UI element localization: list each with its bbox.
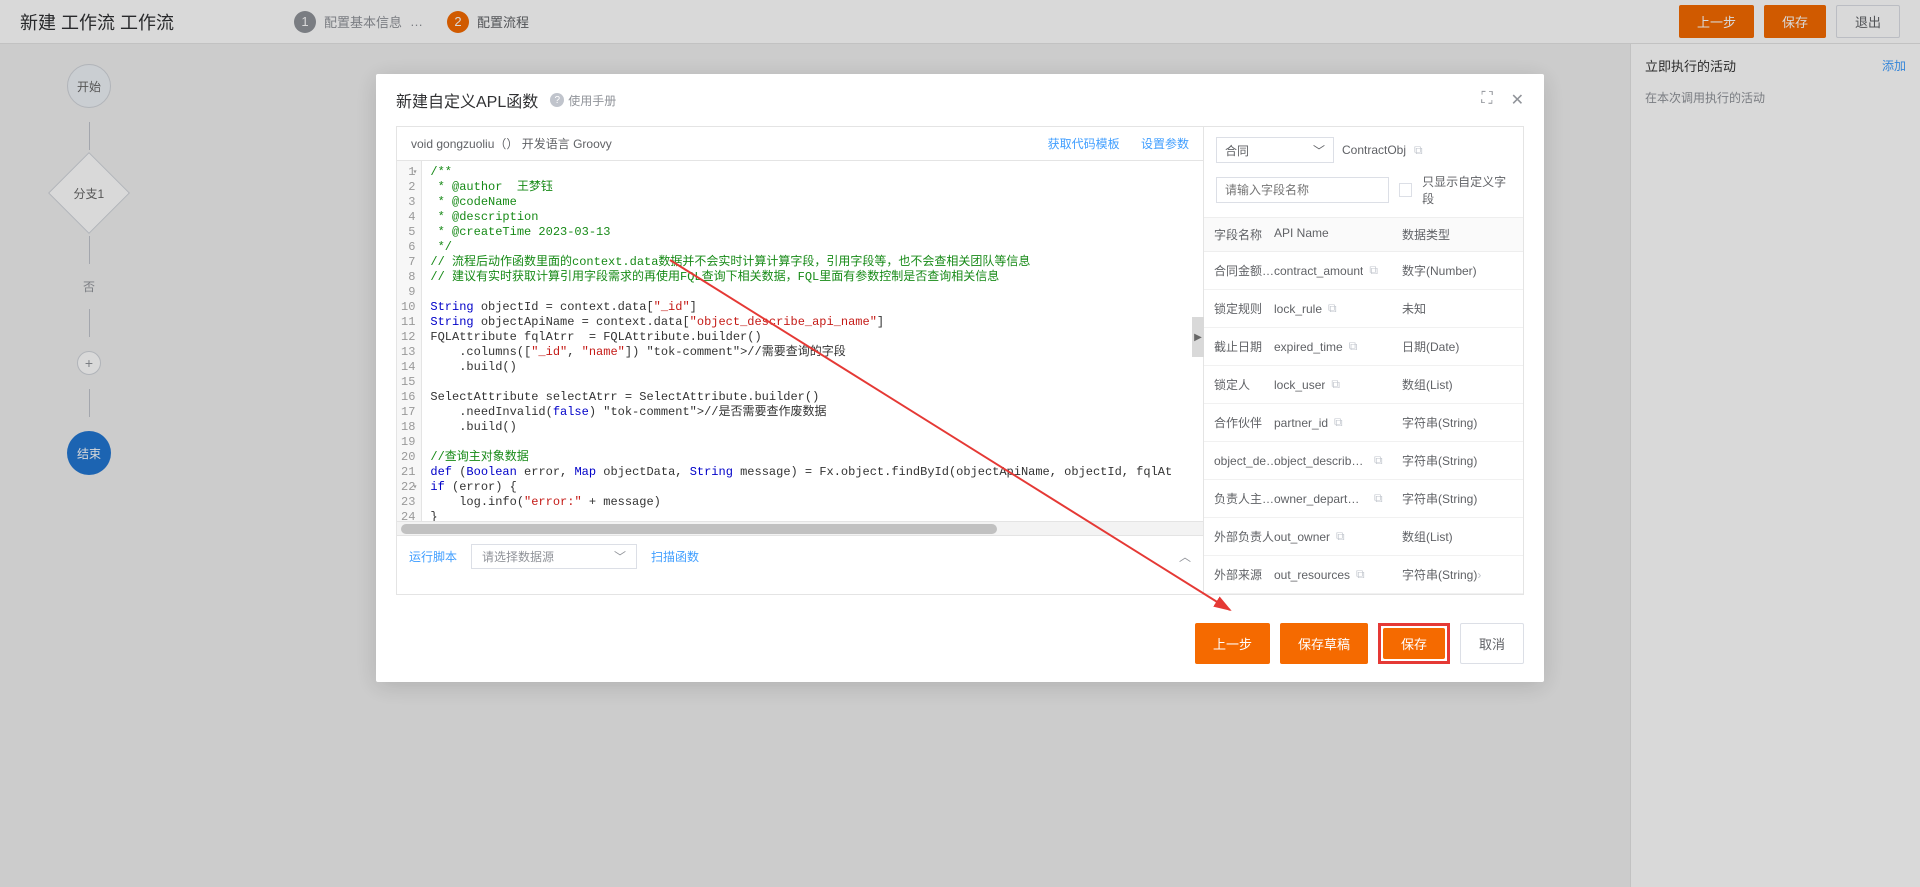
field-type: 字符串(String) [1402, 414, 1523, 431]
chevron-down-icon: ﹀ [614, 548, 626, 565]
field-name: 合作伙伴 [1204, 414, 1274, 431]
datasource-select[interactable]: 请选择数据源 ﹀ [471, 544, 637, 569]
modal-body: void gongzuoliu（） 开发语言 Groovy 获取代码模板 设置参… [376, 126, 1544, 611]
field-type: 字符串(String) [1402, 452, 1523, 469]
field-name: object_de… [1204, 454, 1274, 468]
copy-icon[interactable]: ⧉ [1334, 415, 1343, 430]
datasource-placeholder: 请选择数据源 [482, 548, 554, 565]
field-type: 数字(Number) [1402, 262, 1523, 279]
chevron-right-icon[interactable]: › [1477, 568, 1481, 582]
field-row[interactable]: 锁定规则lock_rule⧉未知 [1204, 290, 1523, 328]
editor-top-bar: void gongzuoliu（） 开发语言 Groovy 获取代码模板 设置参… [397, 127, 1203, 161]
field-type: 数组(List) [1402, 528, 1523, 545]
field-name: 负责人主… [1204, 490, 1274, 507]
hscroll-thumb[interactable] [401, 524, 997, 534]
footer-save-button[interactable]: 保存 [1383, 628, 1445, 659]
save-highlight: 保存 [1378, 623, 1450, 664]
field-name: 外部负责人 [1204, 528, 1274, 545]
modal-overlay: 新建自定义APL函数 ? 使用手册 ⛶ ✕ void gongzuoliu（） … [0, 0, 1920, 887]
field-table-body[interactable]: 合同金额…contract_amount⧉数字(Number)锁定规则lock_… [1204, 252, 1523, 594]
footer-draft-button[interactable]: 保存草稿 [1280, 623, 1368, 664]
field-table-header: 字段名称 API Name 数据类型 [1204, 218, 1523, 252]
field-row[interactable]: 合同金额…contract_amount⧉数字(Number) [1204, 252, 1523, 290]
get-template-link[interactable]: 获取代码模板 [1048, 137, 1120, 151]
field-type: 字符串(String) [1402, 490, 1523, 507]
object-api-name: ContractObj [1342, 143, 1406, 157]
field-type: 未知 [1402, 300, 1523, 317]
modal-footer: 上一步 保存草稿 保存 取消 [376, 611, 1544, 682]
field-name: 锁定规则 [1204, 300, 1274, 317]
code-lines[interactable]: /** * @author 王梦钰 * @codeName * @descrip… [422, 161, 1203, 521]
copy-icon[interactable]: ⧉ [1328, 301, 1337, 316]
copy-icon[interactable]: ⧉ [1414, 143, 1423, 158]
field-api: contract_amount⧉ [1274, 263, 1402, 278]
field-row[interactable]: object_de…object_describe_api_name⧉字符串(S… [1204, 442, 1523, 480]
close-icon[interactable]: ✕ [1511, 90, 1524, 110]
copy-icon[interactable]: ⧉ [1331, 377, 1340, 392]
field-name: 合同金额… [1204, 262, 1274, 279]
field-api: partner_id⧉ [1274, 415, 1402, 430]
field-panel: ▶ 合同 ﹀ ContractObj ⧉ 只显示自定义字段 [1204, 126, 1524, 595]
scan-function-button[interactable]: 扫描函数 [651, 548, 699, 565]
code-hscroll[interactable] [397, 521, 1203, 535]
code-gutter: 1234567891011121314151617181920212223242… [397, 161, 422, 521]
field-row[interactable]: 截止日期expired_time⧉日期(Date) [1204, 328, 1523, 366]
set-params-link[interactable]: 设置参数 [1141, 137, 1189, 151]
hdr-api-name: API Name [1274, 226, 1402, 243]
editor-signature: void gongzuoliu（） 开发语言 Groovy [411, 135, 1030, 152]
editor-bottom-bar: 运行脚本 请选择数据源 ﹀ 扫描函数 ︿ [397, 535, 1203, 577]
modal-title: 新建自定义APL函数 [396, 88, 538, 112]
field-api: owner_department⧉ [1274, 491, 1402, 506]
field-row[interactable]: 锁定人lock_user⧉数组(List) [1204, 366, 1523, 404]
copy-icon[interactable]: ⧉ [1374, 491, 1383, 506]
field-name: 外部来源 [1204, 566, 1274, 583]
field-panel-top: 合同 ﹀ ContractObj ⧉ 只显示自定义字段 [1204, 127, 1523, 218]
modal: 新建自定义APL函数 ? 使用手册 ⛶ ✕ void gongzuoliu（） … [376, 74, 1544, 682]
field-row[interactable]: 负责人主…owner_department⧉字符串(String) [1204, 480, 1523, 518]
hdr-data-type: 数据类型 [1402, 226, 1523, 243]
hdr-field-name: 字段名称 [1204, 226, 1274, 243]
field-name: 锁定人 [1204, 376, 1274, 393]
field-row[interactable]: 外部来源out_resources⧉字符串(String)› [1204, 556, 1523, 594]
only-custom-label: 只显示自定义字段 [1422, 173, 1511, 207]
field-name: 截止日期 [1204, 338, 1274, 355]
footer-prev-button[interactable]: 上一步 [1195, 623, 1270, 664]
panel-collapse-tab[interactable]: ▶ [1192, 317, 1204, 357]
copy-icon[interactable]: ⧉ [1336, 529, 1345, 544]
only-custom-checkbox[interactable] [1399, 183, 1412, 197]
fullscreen-icon[interactable]: ⛶ [1481, 90, 1492, 110]
field-search-input[interactable] [1216, 177, 1389, 203]
field-api: object_describe_api_name⧉ [1274, 453, 1402, 468]
field-row[interactable]: 合作伙伴partner_id⧉字符串(String) [1204, 404, 1523, 442]
help-icon: ? [550, 93, 564, 107]
chevron-down-icon: ﹀ [1313, 142, 1325, 159]
field-api: out_resources⧉ [1274, 567, 1402, 582]
copy-icon[interactable]: ⧉ [1369, 263, 1378, 278]
code-editor[interactable]: 1234567891011121314151617181920212223242… [397, 161, 1203, 521]
field-row[interactable]: 外部负责人out_owner⧉数组(List) [1204, 518, 1523, 556]
object-select[interactable]: 合同 ﹀ [1216, 137, 1334, 163]
field-api: lock_rule⧉ [1274, 301, 1402, 316]
field-type: 数组(List) [1402, 376, 1523, 393]
footer-cancel-button[interactable]: 取消 [1460, 623, 1524, 664]
field-api: expired_time⧉ [1274, 339, 1402, 354]
field-api: lock_user⧉ [1274, 377, 1402, 392]
copy-icon[interactable]: ⧉ [1374, 453, 1383, 468]
editor-column: void gongzuoliu（） 开发语言 Groovy 获取代码模板 设置参… [396, 126, 1204, 595]
field-type: 日期(Date) [1402, 338, 1523, 355]
copy-icon[interactable]: ⧉ [1349, 339, 1358, 354]
help-link[interactable]: ? 使用手册 [550, 92, 616, 109]
modal-header: 新建自定义APL函数 ? 使用手册 ⛶ ✕ [376, 74, 1544, 126]
field-type: 字符串(String)› [1402, 566, 1523, 583]
copy-icon[interactable]: ⧉ [1356, 567, 1365, 582]
object-select-value: 合同 [1225, 142, 1249, 159]
help-text: 使用手册 [568, 92, 616, 109]
field-api: out_owner⧉ [1274, 529, 1402, 544]
collapse-icon[interactable]: ︿ [1179, 548, 1191, 565]
run-script-button[interactable]: 运行脚本 [409, 548, 457, 565]
